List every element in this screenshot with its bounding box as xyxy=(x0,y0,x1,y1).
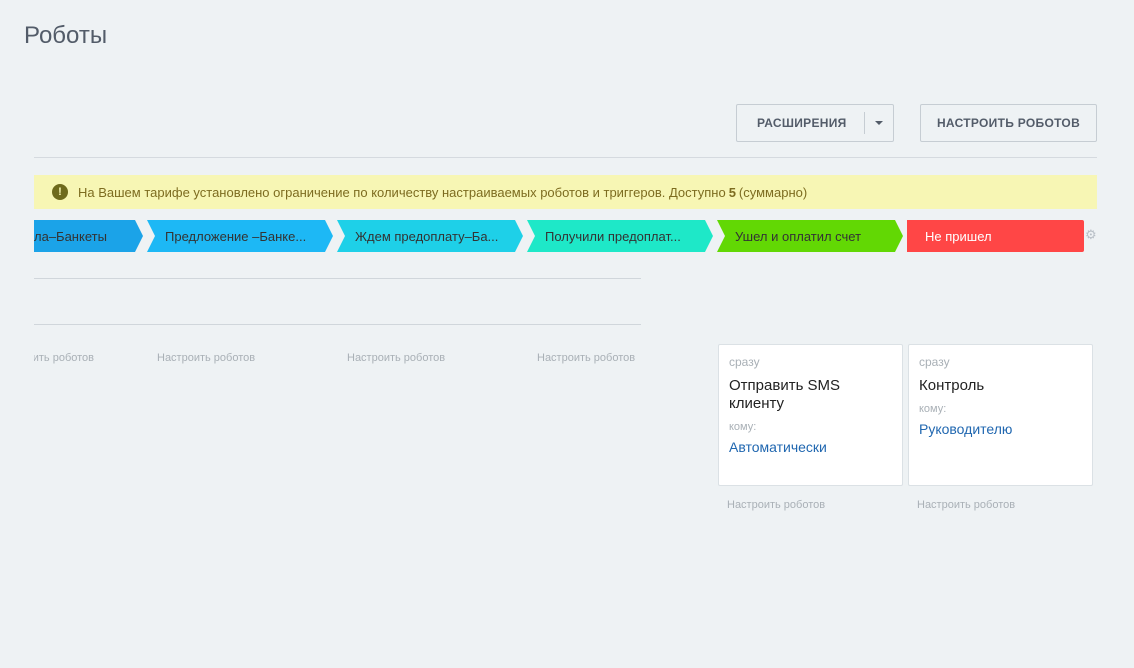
warning-text-after: (суммарно) xyxy=(738,184,808,200)
stage-label: Предложение –Банке... xyxy=(165,228,307,244)
page-title: Роботы xyxy=(24,22,108,49)
stage-label: Не пришел xyxy=(925,228,992,244)
column-divider xyxy=(34,324,641,325)
warning-limit: 5 xyxy=(728,184,736,200)
stage-label: ла–Банкеты xyxy=(34,228,107,244)
robot-recipient-label: кому: xyxy=(729,421,757,433)
toolbar-divider xyxy=(34,157,1097,158)
column-configure-link[interactable]: Настроить роботов xyxy=(157,352,255,364)
stage-item[interactable]: Получили предоплат... xyxy=(527,220,713,252)
column-configure-link[interactable]: Настроить роботов xyxy=(34,352,94,366)
column-configure-link[interactable]: Настроить роботов xyxy=(537,352,635,364)
column-configure-link[interactable]: Настроить роботов xyxy=(917,499,1015,511)
robot-delay: сразу xyxy=(729,355,760,369)
stage-item[interactable]: Предложение –Банке... xyxy=(147,220,333,252)
configure-link-text: Настроить роботов xyxy=(34,352,94,364)
stage-item[interactable]: Не пришел xyxy=(907,220,1084,252)
robot-delay: сразу xyxy=(919,355,950,369)
extensions-dropdown-toggle[interactable] xyxy=(865,121,893,125)
stage-item[interactable]: Ушел и оплатил счет xyxy=(717,220,903,252)
robot-card[interactable]: сразу Контроль кому: Руководителю xyxy=(908,344,1093,486)
column-divider xyxy=(34,278,641,279)
robot-recipient-link[interactable]: Руководителю xyxy=(919,421,1082,437)
stage-item[interactable]: Ждем предоплату–Ба... xyxy=(337,220,523,252)
stage-bar: ла–Банкеты Предложение –Банке... Ждем пр… xyxy=(0,220,1100,252)
stage-label: Ушел и оплатил счет xyxy=(735,228,862,244)
column-configure-link[interactable]: Настроить роботов xyxy=(727,499,825,511)
configure-robots-button[interactable]: НАСТРОИТЬ РОБОТОВ xyxy=(920,104,1097,142)
extensions-button[interactable]: РАСШИРЕНИЯ xyxy=(736,104,894,142)
robot-recipient-label: кому: xyxy=(919,403,947,415)
stage-label: Получили предоплат... xyxy=(545,228,681,244)
extensions-button-label: РАСШИРЕНИЯ xyxy=(757,116,847,130)
column-configure-link[interactable]: Настроить роботов xyxy=(347,352,445,364)
stage-label: Ждем предоплату–Ба... xyxy=(355,228,499,244)
tariff-warning: ! На Вашем тарифе установлено ограничени… xyxy=(34,175,1097,209)
robot-title: Контроль xyxy=(919,377,985,394)
chevron-down-icon xyxy=(875,121,884,125)
robot-title: Отправить SMS клиенту xyxy=(729,377,841,412)
stage-item[interactable]: ла–Банкеты xyxy=(34,220,143,252)
warning-icon: ! xyxy=(52,184,68,200)
robot-recipient-link[interactable]: Автоматически xyxy=(729,439,892,455)
warning-text: На Вашем тарифе установлено ограничение … xyxy=(78,184,726,200)
gear-icon[interactable]: ⚙ xyxy=(1085,228,1097,241)
robot-card[interactable]: сразу Отправить SMS клиенту кому: Автома… xyxy=(718,344,903,486)
